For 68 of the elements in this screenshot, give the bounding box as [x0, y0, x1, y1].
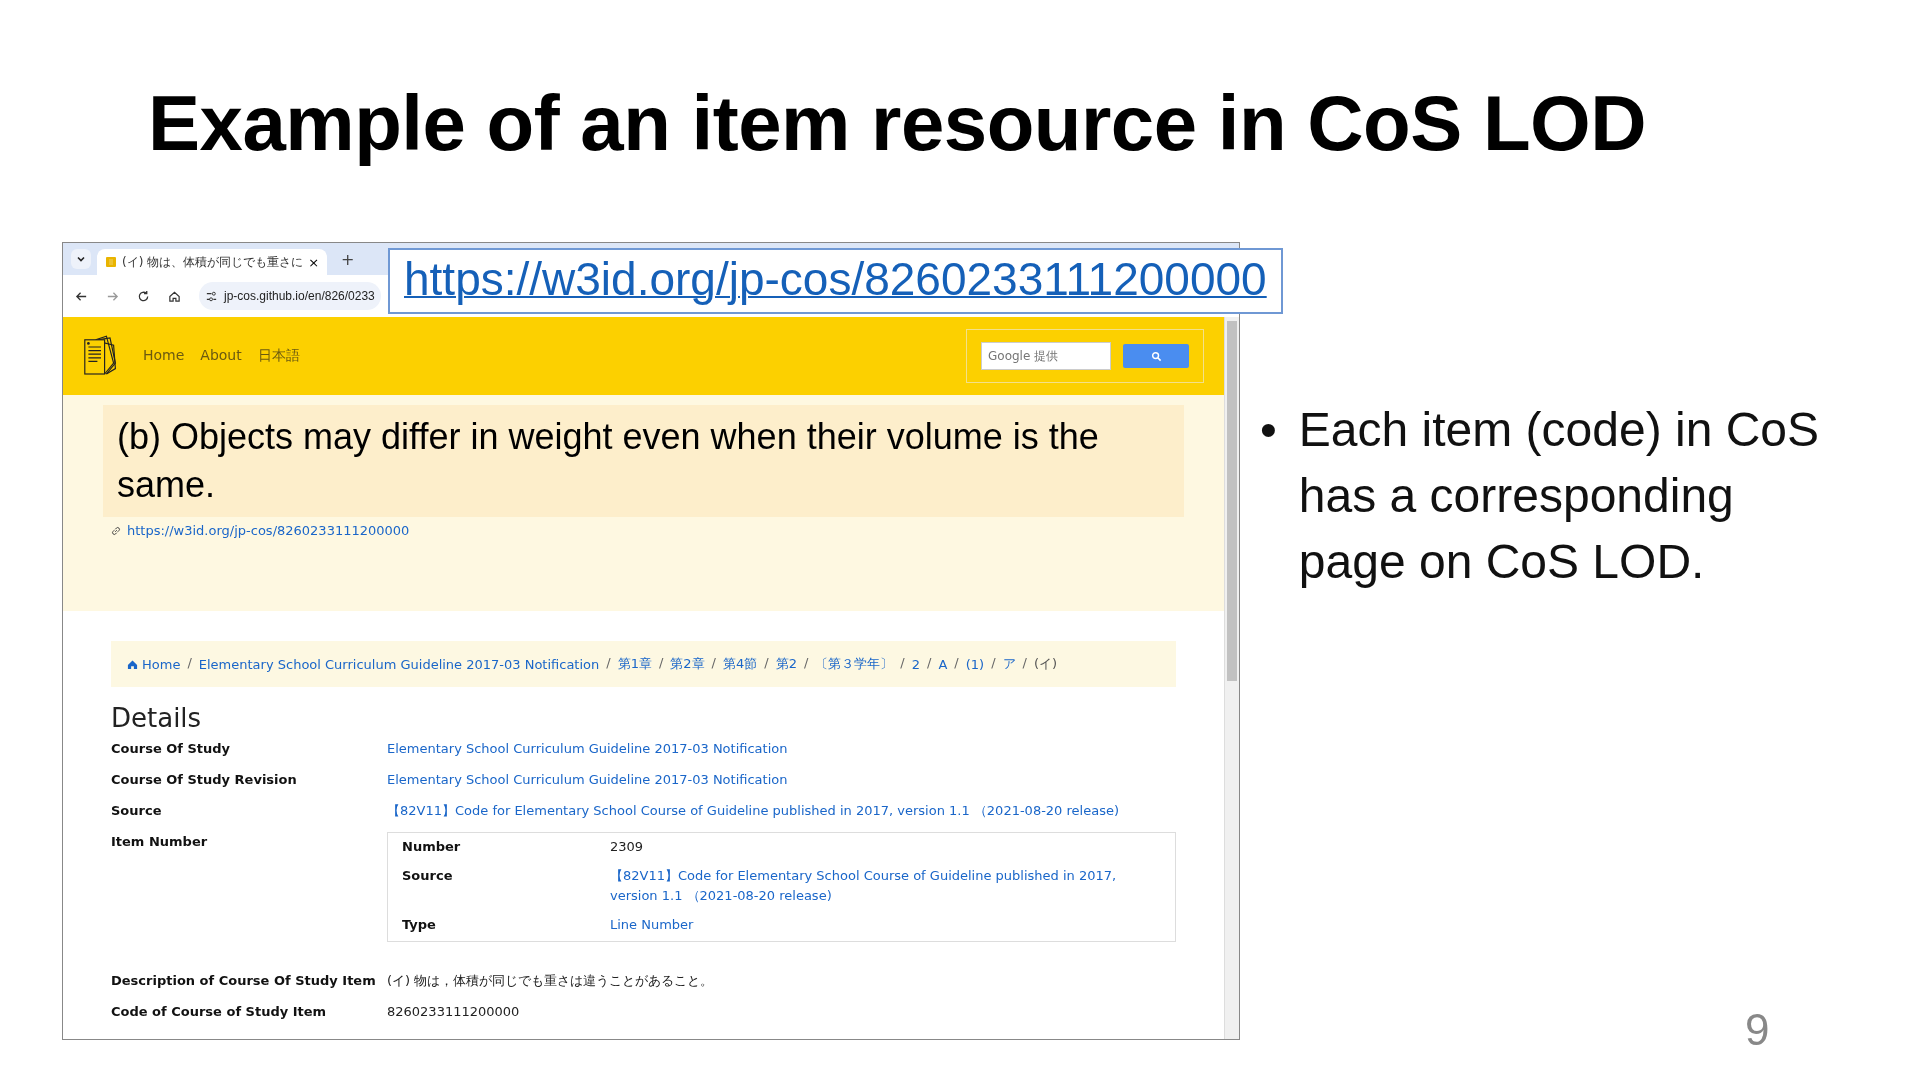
- nav-link[interactable]: About: [200, 347, 242, 365]
- page-favicon: [105, 256, 117, 268]
- field-value: (イ) 物は，体積が同じでも重さは違うことがあること。: [387, 972, 715, 990]
- field-value: 8260233111200000: [387, 1003, 521, 1021]
- breadcrumb-separator: /: [658, 655, 664, 672]
- breadcrumb-separator: /: [764, 655, 769, 672]
- link-icon: [111, 525, 121, 536]
- field-label: Number: [402, 838, 462, 856]
- slide-title: Example of an item resource in CoS LOD: [148, 78, 1647, 169]
- details-heading: Details: [111, 703, 203, 733]
- breadcrumb-current: (イ): [1033, 655, 1058, 673]
- field-label: Type: [402, 916, 437, 934]
- field-label: Source: [111, 802, 163, 820]
- field-value-link[interactable]: Line Number: [610, 915, 1161, 935]
- field-label: Course Of Study: [111, 740, 232, 758]
- breadcrumb-link[interactable]: 第2: [775, 655, 797, 673]
- breadcrumb-link[interactable]: Elementary School Curriculum Guideline 2017-03 Notification: [198, 655, 600, 673]
- nav-link[interactable]: 日本語: [257, 347, 300, 365]
- new-tab-button[interactable]: +: [333, 249, 363, 269]
- home-icon[interactable]: [168, 289, 181, 303]
- field-value-link[interactable]: 【82V11】Code for Elementary School Course of Guideline published in 2017, version 1.1 （2021-08-20 release): [610, 866, 1161, 906]
- search-field[interactable]: Google 提供: [981, 342, 1111, 370]
- tab-close-button[interactable]: ×: [308, 254, 320, 270]
- breadcrumb-separator: /: [900, 655, 905, 672]
- scrollbar[interactable]: [1224, 317, 1239, 1039]
- bullet-marker: •: [1260, 402, 1277, 458]
- field-label: Source: [402, 867, 454, 885]
- breadcrumb-link[interactable]: 2: [911, 655, 920, 673]
- breadcrumb-separator: /: [927, 655, 932, 672]
- breadcrumb-separator: /: [803, 655, 809, 672]
- field-value-link[interactable]: Elementary School Curriculum Guideline 2017-03 Notification: [387, 770, 1176, 790]
- field-label: Description of Course Of Study Item: [111, 972, 377, 990]
- breadcrumb-link[interactable]: 第4節: [723, 655, 758, 673]
- item-uri-callout[interactable]: https://w3id.org/jp-cos/8260233111200000: [388, 248, 1283, 314]
- breadcrumb-separator: /: [991, 655, 996, 672]
- field-label: Course Of Study Revision: [111, 771, 298, 789]
- breadcrumb-separator: /: [187, 655, 192, 672]
- breadcrumb-link[interactable]: 第2章: [670, 655, 705, 673]
- breadcrumb-separator: /: [1022, 655, 1027, 672]
- field-label: Code of Course of Study Item: [111, 1003, 328, 1021]
- field-value: 2309: [610, 838, 645, 856]
- breadcrumb-separator: /: [954, 655, 959, 672]
- address-bar[interactable]: jp-cos.github.io/en/826/0233: [199, 282, 381, 310]
- reload-icon[interactable]: [137, 289, 150, 303]
- home-icon: [127, 658, 138, 670]
- chevron-down-icon[interactable]: [71, 249, 91, 269]
- nav-link[interactable]: Home: [143, 347, 185, 365]
- item-statement: (b) Objects may differ in weight even when their volume is the same.: [117, 415, 1100, 507]
- field-value-link[interactable]: Elementary School Curriculum Guideline 2017-03 Notification: [387, 739, 1176, 759]
- item-uri-link[interactable]: https://w3id.org/jp-cos/8260233111200000: [127, 523, 410, 538]
- breadcrumb-link[interactable]: (1): [965, 655, 985, 673]
- breadcrumb-link[interactable]: 第1章: [617, 655, 652, 673]
- breadcrumb-separator: /: [606, 655, 611, 672]
- breadcrumb-separator: /: [711, 655, 716, 672]
- breadcrumb-link[interactable]: A: [938, 655, 948, 673]
- breadcrumb-link[interactable]: ア: [1002, 655, 1016, 673]
- book-logo-icon[interactable]: [83, 334, 119, 378]
- search-icon: [1150, 350, 1162, 362]
- field-value-link[interactable]: 【82V11】Code for Elementary School Course of Guideline published in 2017, version 1.1 （2021-08-20 release): [387, 801, 1176, 821]
- tab-title: (イ) 物は、体積が同じでも重さに: [122, 253, 304, 271]
- breadcrumb-link[interactable]: Home: [127, 655, 181, 673]
- page-number: 9: [1745, 1005, 1770, 1055]
- browser-tab[interactable]: (イ) 物は、体積が同じでも重さに ×: [97, 249, 328, 275]
- url-text: jp-cos.github.io/en/826/0233: [224, 289, 375, 303]
- breadcrumb-link[interactable]: 〔第３学年〕: [815, 655, 894, 673]
- site-settings-icon[interactable]: [205, 289, 218, 303]
- bullet-point: Each item (code) in CoS has a corresponding page on CoS LOD.: [1298, 402, 1821, 590]
- field-label: Item Number: [111, 833, 209, 851]
